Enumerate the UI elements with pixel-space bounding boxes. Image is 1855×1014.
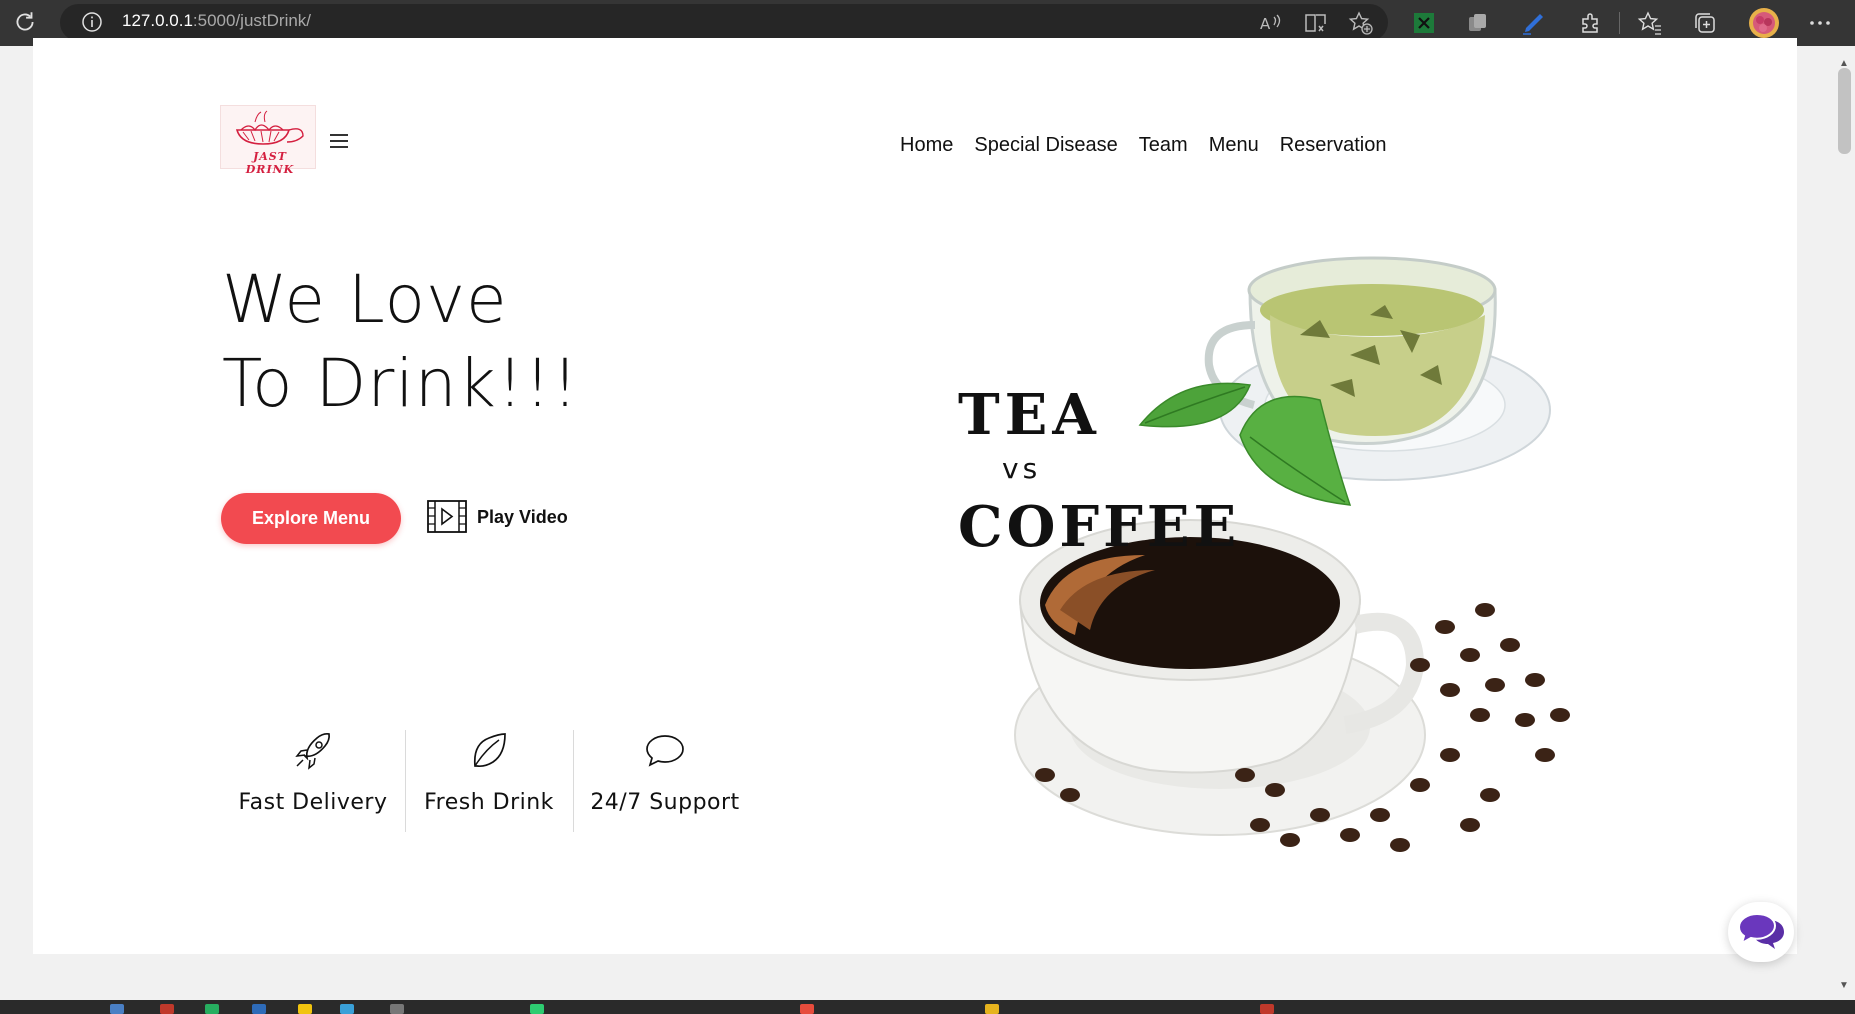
nav-home[interactable]: Home — [900, 134, 953, 157]
scroll-thumb[interactable] — [1838, 68, 1851, 154]
feature-fresh-drink: Fresh Drink — [404, 728, 574, 815]
nav-reservation[interactable]: Reservation — [1280, 134, 1387, 157]
taskbar-app-icon[interactable] — [205, 1004, 219, 1014]
hero-title-line1: We Love — [222, 261, 508, 338]
toolbar-separator — [1619, 12, 1620, 34]
main-nav: Home Special Disease Team Menu Reservati… — [900, 134, 1386, 157]
explore-menu-button[interactable]: Explore Menu — [221, 493, 401, 544]
taskbar-app-icon[interactable] — [298, 1004, 312, 1014]
feature-fast-delivery: Fast Delivery — [228, 728, 398, 815]
taskbar-app-icon[interactable] — [340, 1004, 354, 1014]
feature-label: 24/7 Support — [590, 790, 740, 815]
menu-toggle-icon[interactable] — [330, 134, 348, 148]
rocket-icon — [295, 732, 331, 770]
taskbar-app-icon[interactable] — [530, 1004, 544, 1014]
tea-heading-word: TEA — [958, 382, 1101, 448]
pen-extension-icon[interactable] — [1520, 9, 1548, 37]
play-video-link[interactable]: Play Video — [477, 507, 568, 528]
page-scrollbar[interactable] — [1835, 46, 1855, 1000]
svg-text:A: A — [1260, 15, 1271, 33]
hero-title: We Love To Drink!!! — [222, 258, 579, 426]
reload-icon[interactable] — [12, 9, 38, 35]
coffee-heading-word: COFFEE — [958, 494, 1241, 560]
excel-extension-icon[interactable] — [1410, 9, 1438, 37]
site-logo[interactable]: JAST DRINK — [220, 105, 316, 176]
taskbar-app-icon[interactable] — [110, 1004, 124, 1014]
os-taskbar — [0, 1000, 1855, 1014]
feature-label: Fresh Drink — [424, 790, 554, 815]
taskbar-app-icon[interactable] — [985, 1004, 999, 1014]
chat-widget-icon — [1737, 912, 1784, 949]
extensions-icon[interactable] — [1576, 9, 1604, 37]
taskbar-app-icon[interactable] — [160, 1004, 174, 1014]
logo-text: JAST DRINK — [245, 150, 295, 176]
taskbar-app-icon[interactable] — [252, 1004, 266, 1014]
leaf-icon — [473, 733, 506, 768]
profile-avatar[interactable] — [1748, 7, 1780, 39]
taskbar-app-icon[interactable] — [1260, 1004, 1274, 1014]
video-play-icon[interactable] — [427, 500, 467, 533]
add-favorite-icon[interactable] — [1347, 9, 1375, 37]
vs-word: vs — [1002, 452, 1042, 485]
hero-title-line2: To Drink!!! — [222, 345, 580, 422]
url-text[interactable]: 127.0.0.1:5000/justDrink/ — [122, 11, 311, 31]
nav-special-disease[interactable]: Special Disease — [974, 134, 1117, 157]
feature-support: 24/7 Support — [580, 728, 750, 815]
collections-icon[interactable] — [1691, 9, 1719, 37]
read-aloud-icon[interactable]: A — [1257, 9, 1285, 37]
taskbar-app-icon[interactable] — [800, 1004, 814, 1014]
favorites-icon[interactable] — [1636, 9, 1664, 37]
more-options-icon[interactable] — [1806, 9, 1834, 37]
teacup-logo-icon — [235, 110, 304, 145]
nav-menu[interactable]: Menu — [1209, 134, 1259, 157]
chat-widget-button[interactable] — [1728, 902, 1794, 962]
site-info-icon[interactable] — [80, 10, 104, 34]
feature-divider — [573, 730, 574, 832]
chat-bubble-icon — [646, 735, 684, 767]
immersive-reader-icon[interactable] — [1302, 9, 1330, 37]
copy-extension-icon[interactable] — [1464, 9, 1492, 37]
scroll-down-arrow[interactable]: ▼ — [1839, 980, 1849, 991]
nav-team[interactable]: Team — [1139, 134, 1188, 157]
taskbar-app-icon[interactable] — [390, 1004, 404, 1014]
feature-label: Fast Delivery — [238, 790, 388, 815]
